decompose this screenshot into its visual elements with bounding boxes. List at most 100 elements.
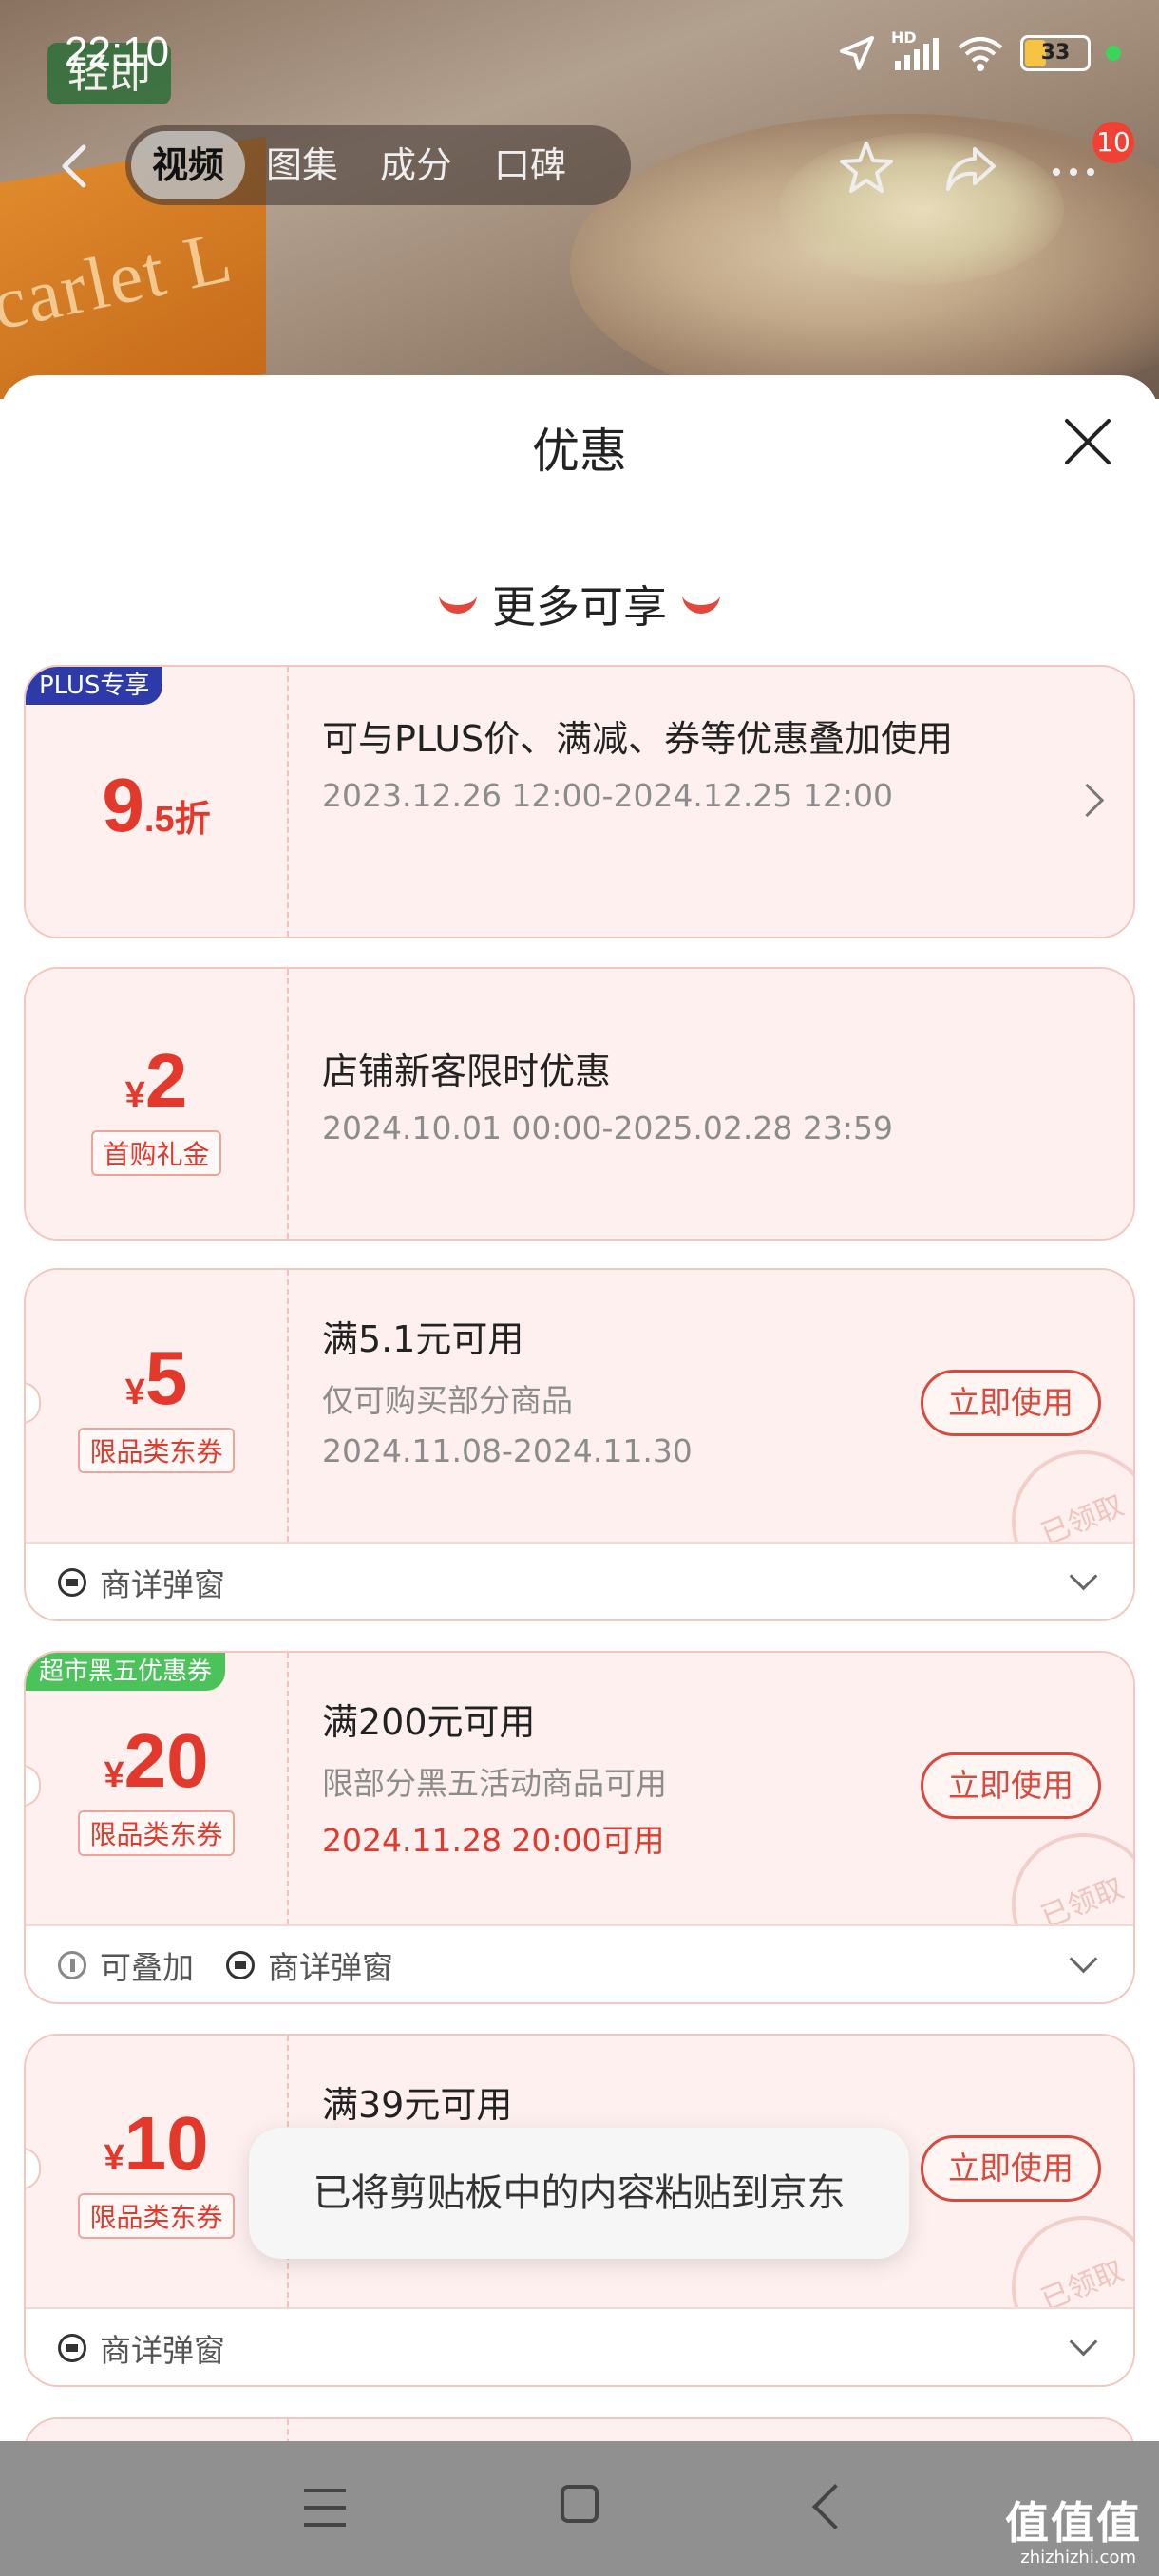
amount-number: 20 <box>124 1718 209 1803</box>
coupon-date: 2023.12.26 12:00-2024.12.25 12:00 <box>322 777 893 814</box>
coupon-card-partial[interactable] <box>24 2417 1135 2441</box>
currency-symbol: ¥ <box>104 1755 124 1795</box>
footer-label: 商详弹窗 <box>100 2332 225 2369</box>
coupon-body: 可与PLUS价、满减、券等优惠叠加使用 2023.12.26 12:00-202… <box>322 712 991 814</box>
chevron-down-icon[interactable] <box>1069 1562 1098 1591</box>
coupon-card-new-customer[interactable]: ¥2 首购礼金 店铺新客限时优惠 2024.10.01 00:00-2025.0… <box>24 967 1135 1241</box>
detail-popup-tag[interactable]: 商详弹窗 <box>58 2325 225 2371</box>
status-bar: 22:10 HD 33 <box>0 0 1159 104</box>
coupon-stub <box>26 2419 289 2441</box>
coupon-stub: ¥5 限品类东券 <box>26 1270 289 1542</box>
coupon-type-label: 限品类东券 <box>78 1428 235 1473</box>
coupon-stub: 9.5折 <box>26 667 289 937</box>
home-icon[interactable] <box>560 2485 598 2523</box>
coupon-card-5[interactable]: ¥5 限品类东券 满5.1元可用 仅可购买部分商品 2024.11.08-202… <box>24 1268 1135 1621</box>
coupon-title: 满5.1元可用 <box>322 1318 524 1360</box>
watermark-logo: 值值值 <box>1005 2497 1142 2548</box>
coupon-stub: ¥2 首购礼金 <box>26 969 289 1239</box>
detail-popup-tag[interactable]: 商详弹窗 <box>226 1942 393 1988</box>
coupon-date: 2024.10.01 00:00-2025.02.28 23:59 <box>322 1109 893 1146</box>
smile-right-icon <box>682 593 720 614</box>
back-arrow-icon[interactable] <box>48 138 104 195</box>
coupon-amount: 9.5折 <box>26 762 287 849</box>
coupon-title: 可与PLUS价、满减、券等优惠叠加使用 <box>322 718 954 760</box>
notification-badge: 10 <box>1092 122 1134 163</box>
share-icon[interactable] <box>940 138 1001 199</box>
coupon-subtitle: 限部分黑五活动商品可用 <box>322 1765 667 1802</box>
favorite-star-icon[interactable] <box>836 138 897 199</box>
coupon-card-20[interactable]: ¥20 限品类东券 满200元可用 限部分黑五活动商品可用 2024.11.28… <box>24 1651 1135 2004</box>
media-tabs: 视频 图集 成分 口碑 <box>125 125 631 205</box>
watermark-url: zhizhizhi.com <box>1020 2548 1136 2567</box>
use-now-button[interactable]: 立即使用 <box>921 2135 1101 2202</box>
amount-suffix: .5折 <box>143 800 211 840</box>
currency-symbol: ¥ <box>104 2138 124 2178</box>
stack-icon <box>58 1951 86 1979</box>
coupon-footer: 商详弹窗 <box>26 1542 1133 1619</box>
coupon-type-label: 限品类东券 <box>78 2193 235 2239</box>
status-icons: HD 33 <box>838 28 1121 72</box>
coupon-amount: ¥5 <box>26 1335 287 1422</box>
section-header-text: 更多可享 <box>492 581 667 633</box>
battery-level: 33 <box>1040 41 1071 65</box>
clipboard-toast: 已将剪贴板中的内容粘贴到京东 <box>249 2128 909 2259</box>
footer-label: 商详弹窗 <box>100 1566 225 1603</box>
amount-number: 9 <box>102 763 144 847</box>
tab-reviews[interactable]: 口碑 <box>473 131 587 199</box>
coupon-footer: 可叠加 商详弹窗 <box>26 1924 1133 2002</box>
signal-icon: HD <box>891 28 940 72</box>
coupon-body: 满39元可用 <box>322 2078 991 2131</box>
battery-icon: 33 <box>1020 35 1091 71</box>
black-friday-tag: 超市黑五优惠券 <box>26 1653 226 1691</box>
amount-number: 5 <box>144 1335 188 1420</box>
amount-number: 10 <box>124 2101 209 2186</box>
chevron-down-icon[interactable] <box>1069 2327 1098 2357</box>
system-back-icon[interactable] <box>811 2483 859 2530</box>
coupon-body: 满200元可用 限部分黑五活动商品可用 2024.11.28 20:00可用 <box>322 1695 991 1861</box>
network-label: HD <box>891 28 917 47</box>
currency-symbol: ¥ <box>124 1075 145 1115</box>
coupon-subtitle: 仅可购买部分商品 <box>322 1382 573 1419</box>
coupon-title: 店铺新客限时优惠 <box>322 1051 612 1092</box>
active-indicator-dot <box>1106 46 1121 61</box>
stackable-tag[interactable]: 可叠加 <box>58 1942 194 1988</box>
chevron-down-icon[interactable] <box>1069 1944 1098 1974</box>
coupon-footer: 商详弹窗 <box>26 2307 1133 2385</box>
recent-apps-icon[interactable] <box>304 2489 346 2527</box>
location-icon <box>840 36 874 70</box>
tab-ingredients[interactable]: 成分 <box>359 131 473 199</box>
wifi-icon <box>958 37 1003 71</box>
top-navigation: 视频 图集 成分 口碑 10 <box>0 122 1159 209</box>
detail-popup-tag[interactable]: 商详弹窗 <box>58 1560 225 1605</box>
section-header: 更多可享 <box>0 573 1159 635</box>
coupon-card-plus[interactable]: 9.5折 可与PLUS价、满减、券等优惠叠加使用 2023.12.26 12:0… <box>24 665 1135 938</box>
coupon-amount: ¥20 <box>26 1717 287 1805</box>
coupon-amount: ¥2 <box>26 1037 287 1125</box>
plus-exclusive-tag: PLUS专享 <box>26 667 163 705</box>
tab-gallery[interactable]: 图集 <box>245 131 359 199</box>
ticket-icon <box>58 2334 86 2362</box>
coupon-body: 店铺新客限时优惠 2024.10.01 00:00-2025.02.28 23:… <box>322 1045 991 1146</box>
coupon-type-label: 限品类东券 <box>78 1810 235 1856</box>
close-icon[interactable] <box>1059 413 1116 470</box>
sheet-title: 优惠 <box>532 424 627 479</box>
coupon-amount: ¥10 <box>26 2100 287 2188</box>
system-navigation-bar <box>0 2441 1159 2576</box>
status-time: 22:10 <box>65 28 170 75</box>
chevron-right-icon[interactable] <box>1070 783 1105 818</box>
footer-label: 可叠加 <box>100 1949 194 1986</box>
coupon-date: 2024.11.08-2024.11.30 <box>322 1432 693 1469</box>
coupon-stub: ¥20 限品类东券 <box>26 1653 289 1924</box>
coupon-type-label: 首购礼金 <box>91 1130 221 1176</box>
amount-number: 2 <box>144 1038 188 1123</box>
currency-symbol: ¥ <box>124 1373 145 1412</box>
tab-video[interactable]: 视频 <box>131 131 246 199</box>
smile-left-icon <box>439 593 477 614</box>
footer-label: 商详弹窗 <box>268 1949 393 1986</box>
coupon-date: 2024.11.28 20:00可用 <box>322 1822 665 1859</box>
use-now-button[interactable]: 立即使用 <box>921 1370 1101 1436</box>
coupon-body: 满5.1元可用 仅可购买部分商品 2024.11.08-2024.11.30 <box>322 1313 991 1469</box>
ticket-icon <box>226 1951 255 1979</box>
ticket-icon <box>58 1568 86 1597</box>
use-now-button[interactable]: 立即使用 <box>921 1752 1101 1819</box>
